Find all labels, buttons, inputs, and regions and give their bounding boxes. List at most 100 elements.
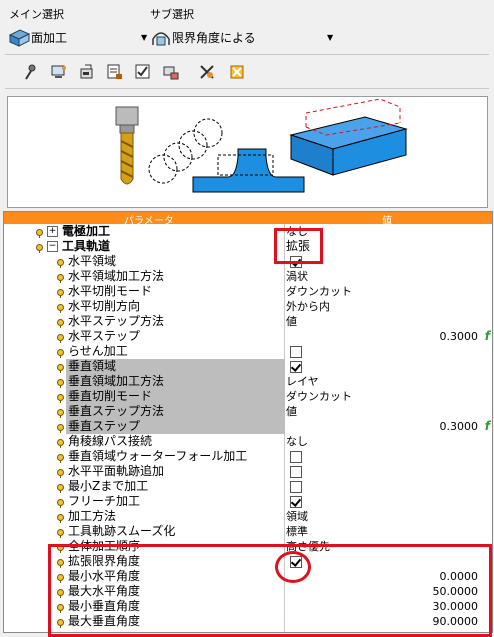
export-icon[interactable] [78,63,96,81]
parameter-key-icon [56,362,65,373]
parameter-name: らせん加工 [68,344,128,358]
parameter-checkbox[interactable] [290,481,302,493]
parameter-value[interactable]: なし [286,434,308,449]
parameter-value[interactable]: 値 [286,404,297,419]
formula-icon[interactable]: f [485,329,490,344]
parameter-checkbox[interactable] [290,361,302,373]
parameter-name: 垂直領域加工方法 [68,374,165,388]
parameter-key-icon [56,527,65,538]
table-row[interactable]: フリーチ加工 [4,494,492,509]
table-row[interactable]: 垂直領域 [4,359,492,374]
toolbar-separator [5,54,489,55]
parameter-name: 電極加工 [62,224,111,238]
parameter-key-icon [56,377,65,388]
table-row[interactable]: 加工方法 領域 [4,509,492,524]
parameter-key-icon [56,452,65,463]
parameter-key-icon [56,257,65,268]
parameter-name: 角稜線パス接続 [68,434,153,448]
table-row[interactable]: 最小Zまで加工 [4,479,492,494]
table-row[interactable]: 水平ステップ 0.3000 f [4,329,492,344]
sub-select-value: 限界角度による [172,31,256,45]
parameter-name: 水平領域 [68,254,117,268]
main-select-label: メイン選択 [9,8,64,21]
machining-illustration [115,98,408,193]
highlight-circle-checkbox [275,551,311,583]
table-row[interactable]: 水平領域 [4,254,492,269]
parameter-name: 水平切削モード [68,284,153,298]
table-row[interactable]: 水平領域加工方法 渦状 [4,269,492,284]
limit-angle-icon [152,32,170,46]
close-icon[interactable] [228,63,246,81]
face-machining-icon [8,29,30,47]
parameter-value[interactable]: 渦状 [286,269,308,284]
chevron-down-icon: ▼ [141,33,148,42]
parameter-key-icon [56,497,65,508]
table-row[interactable]: 垂直ステップ方法 値 [4,404,492,419]
parameter-key-icon [56,437,65,448]
formula-icon[interactable]: f [485,419,490,434]
parameter-name: 垂直ステップ [68,419,141,433]
table-row[interactable]: + 電極加工 なし [4,224,492,239]
parameter-name: 最小Zまで加工 [68,479,149,493]
probe-icon[interactable] [22,63,40,81]
parameter-name: 水平ステップ方法 [68,314,165,328]
parameter-value[interactable]: レイヤ [286,374,319,389]
table-row[interactable]: 水平切削方向 外から内 [4,299,492,314]
parameter-name: 水平切削方向 [68,299,141,313]
parameter-key-icon [56,272,65,283]
parameter-key-icon [56,287,65,298]
computer-icon[interactable] [50,63,68,81]
parameter-name: 水平ステップ [68,329,141,343]
parameter-value[interactable]: ダウンカット [286,389,352,404]
table-row[interactable]: 工具軌跡スムーズ化 標準 [4,524,492,539]
tool-icon[interactable] [162,63,180,81]
parameter-key-icon [56,347,65,358]
sub-select-combo[interactable]: 限界角度による ▼ [150,27,340,47]
settings-icon[interactable] [198,63,216,81]
parameter-name: 垂直ステップ方法 [68,404,165,418]
parameter-number[interactable]: 0.3000 [440,419,479,434]
parameter-key-icon [56,317,65,328]
parameter-checkbox[interactable] [290,346,302,358]
grid-header: パラメータ 値 [4,212,492,227]
collapse-icon[interactable]: − [47,241,58,252]
table-row[interactable]: 水平平面軌跡追加 [4,464,492,479]
parameter-key-icon [56,512,65,523]
parameter-key-icon [56,422,65,433]
plot-icon[interactable] [106,63,124,81]
expand-icon[interactable]: + [47,226,58,237]
parameter-value[interactable]: ダウンカット [286,284,352,299]
parameter-key-icon [35,227,44,238]
table-row[interactable]: 垂直領域加工方法 レイヤ [4,374,492,389]
parameter-value[interactable]: 値 [286,314,297,329]
highlight-box-angles [48,544,492,637]
parameter-key-icon [35,242,44,253]
table-row[interactable]: 水平切削モード ダウンカット [4,284,492,299]
chevron-down-icon: ▼ [327,33,334,42]
sub-select-label: サブ選択 [150,8,194,21]
table-row[interactable]: 垂直切削モード ダウンカット [4,389,492,404]
table-row[interactable]: 水平ステップ方法 値 [4,314,492,329]
parameter-name: フリーチ加工 [68,494,141,508]
parameter-key-icon [56,392,65,403]
parameter-value[interactable]: 領域 [286,509,308,524]
main-select-combo[interactable]: 面加工 ▼ [8,27,148,47]
table-row[interactable]: − 工具軌道 拡張 [4,239,492,254]
parameter-name: 工具軌道 [62,239,111,253]
parameter-name: 垂直領域ウォーターフォール加工 [68,449,248,463]
parameter-key-icon [56,482,65,493]
parameter-name: 加工方法 [68,509,117,523]
parameter-value[interactable]: 標準 [286,524,308,539]
table-row[interactable]: 垂直ステップ 0.3000 f [4,419,492,434]
table-row[interactable]: 垂直領域ウォーターフォール加工 [4,449,492,464]
table-row[interactable]: 角稜線パス接続 なし [4,434,492,449]
parameter-checkbox[interactable] [290,496,302,508]
parameter-checkbox[interactable] [290,451,302,463]
parameter-key-icon [56,302,65,313]
parameter-checkbox[interactable] [290,466,302,478]
parameter-number[interactable]: 0.3000 [440,329,479,344]
parameter-value[interactable]: 外から内 [286,299,330,314]
checklist-icon[interactable] [134,63,152,81]
main-select-value: 面加工 [31,31,68,45]
table-row[interactable]: らせん加工 [4,344,492,359]
